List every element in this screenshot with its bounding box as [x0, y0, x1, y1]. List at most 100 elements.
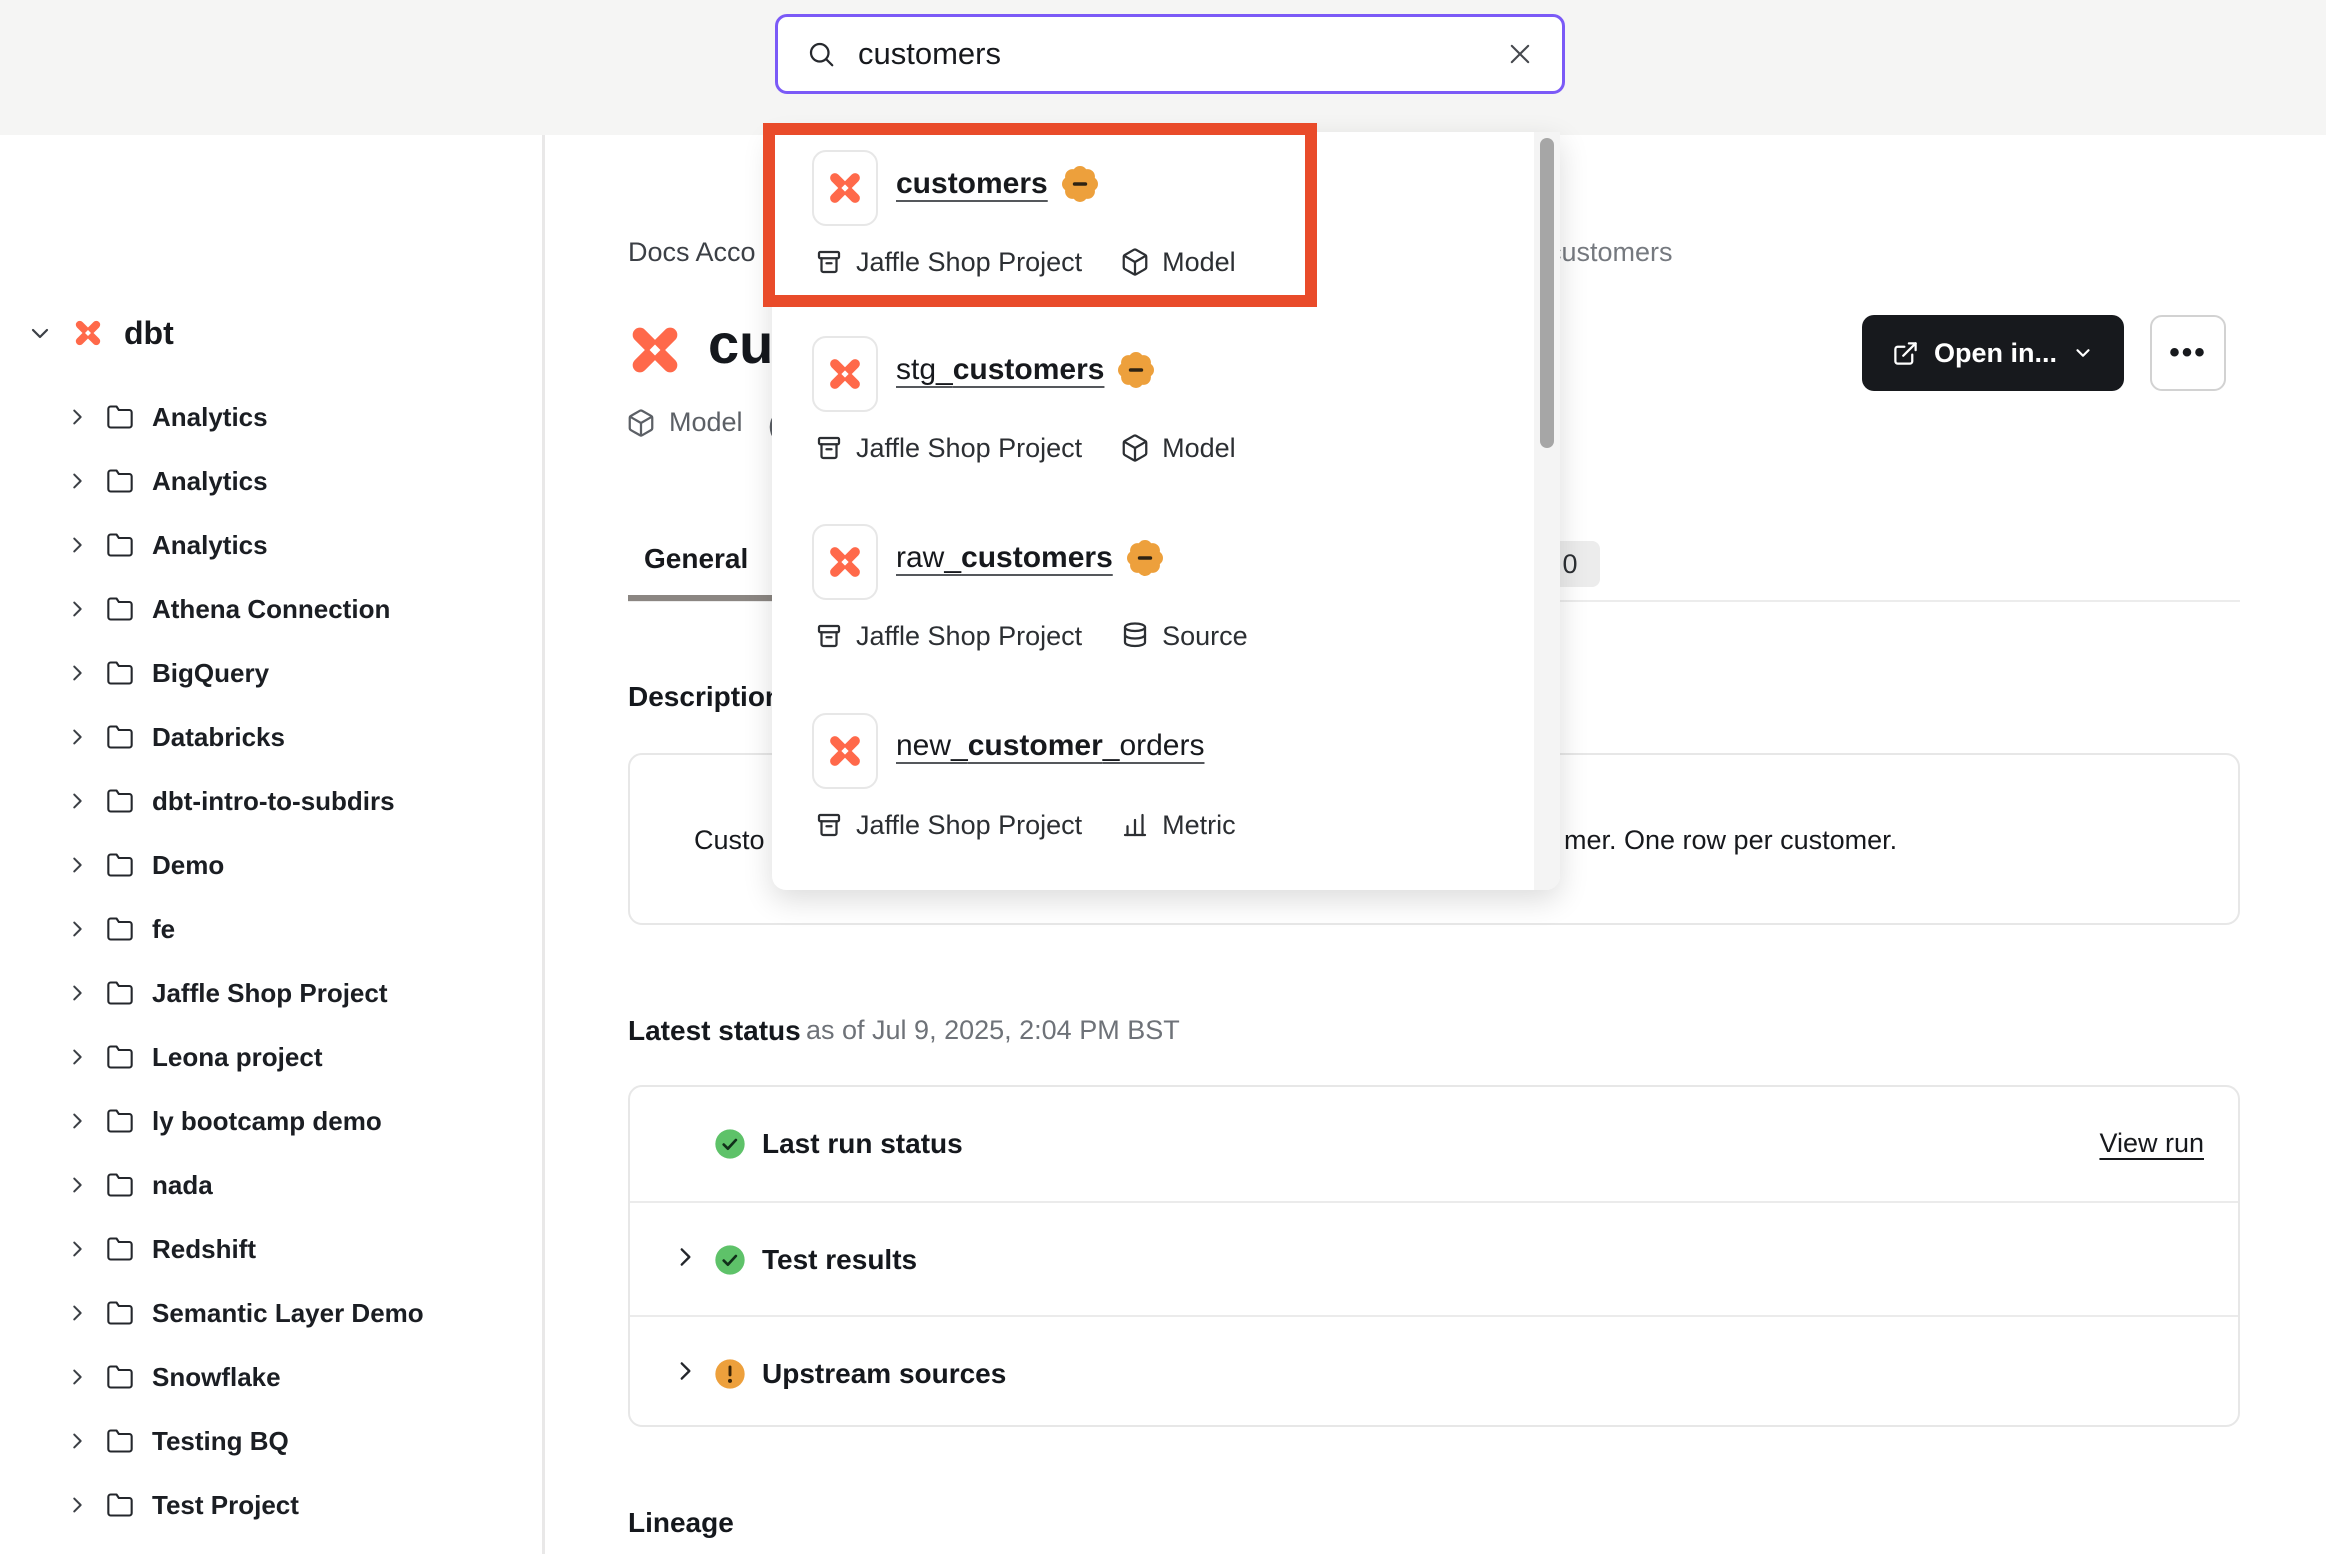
chevron-right-icon[interactable] [66, 1110, 88, 1132]
search-icon [806, 39, 836, 69]
project-archive-icon [814, 810, 844, 840]
sidebar-project-item[interactable]: Athena Connection [0, 577, 542, 641]
open-in-button[interactable]: Open in... [1862, 315, 2124, 391]
result-title-link[interactable]: stg_customers [896, 352, 1154, 388]
model-cube-icon [626, 408, 656, 438]
sidebar-project-item[interactable]: Redshift [0, 1217, 542, 1281]
resource-type-row: Model [626, 407, 743, 438]
search-result-item[interactable]: stg_customers [772, 318, 1534, 502]
sidebar-project-item[interactable]: Jaffle Shop Project [0, 961, 542, 1025]
metric-chart-icon [1120, 810, 1150, 840]
last-run-status-row: Last run status View run [630, 1087, 2238, 1201]
upstream-sources-row[interactable]: Upstream sources [630, 1315, 2238, 1429]
global-search-box[interactable] [775, 14, 1565, 94]
result-project-label: Jaffle Shop Project [856, 621, 1082, 652]
project-tree-sidebar: dbt Analytics [0, 135, 545, 1554]
chevron-right-icon[interactable] [66, 534, 88, 556]
chevron-right-icon[interactable] [66, 406, 88, 428]
sidebar-project-item[interactable]: Testing BQ [0, 1409, 542, 1473]
chevron-right-icon[interactable] [66, 598, 88, 620]
result-type-label: Source [1162, 621, 1248, 652]
chevron-right-icon[interactable] [66, 470, 88, 492]
more-actions-button[interactable]: ••• [2150, 315, 2226, 391]
folder-icon [106, 979, 134, 1007]
dropdown-scrollbar-thumb[interactable] [1540, 138, 1554, 448]
sidebar-project-item[interactable]: nada [0, 1153, 542, 1217]
sidebar-project-item[interactable]: Snowflake [0, 1345, 542, 1409]
result-title-link[interactable]: new_customer_orders [896, 729, 1204, 763]
sidebar-project-item[interactable]: dbt-intro-to-subdirs [0, 769, 542, 833]
chevron-right-icon[interactable] [66, 1174, 88, 1196]
result-name[interactable]: stg_customers [896, 353, 1104, 387]
success-check-icon [714, 1244, 746, 1276]
ellipsis-icon: ••• [2169, 336, 2207, 370]
resource-type-label: Model [669, 407, 743, 438]
sidebar-project-label: Snowflake [152, 1362, 281, 1393]
sidebar-project-item[interactable]: Test Project [0, 1473, 542, 1537]
description-text-fragment: Custo [694, 825, 765, 856]
result-project-label: Jaffle Shop Project [856, 433, 1082, 464]
result-name[interactable]: new_customer_orders [896, 729, 1204, 763]
project-archive-icon [814, 247, 844, 277]
tab-general[interactable]: General [644, 543, 748, 575]
upstream-sources-label: Upstream sources [762, 1358, 1006, 1390]
clear-search-icon[interactable] [1506, 40, 1534, 68]
chevron-right-icon[interactable] [66, 854, 88, 876]
breadcrumb[interactable]: Docs Acco [628, 237, 756, 268]
folder-icon [106, 915, 134, 943]
sidebar-project-item[interactable]: UI refresh project [0, 1537, 542, 1554]
folder-icon [106, 1299, 134, 1327]
result-type-label: Model [1162, 247, 1236, 278]
view-run-link[interactable]: View run [2099, 1128, 2204, 1159]
tree-root-label: dbt [124, 315, 174, 352]
chevron-down-icon[interactable] [28, 321, 52, 345]
sidebar-project-item[interactable]: Databricks [0, 705, 542, 769]
folder-icon [106, 787, 134, 815]
chevron-right-icon[interactable] [66, 1238, 88, 1260]
sidebar-project-item[interactable]: Demo [0, 833, 542, 897]
sidebar-project-item[interactable]: Semantic Layer Demo [0, 1281, 542, 1345]
search-input[interactable] [858, 36, 1484, 72]
sidebar-project-item[interactable]: ly bootcamp demo [0, 1089, 542, 1153]
chevron-right-icon[interactable] [672, 1358, 698, 1384]
last-run-status-label: Last run status [762, 1128, 963, 1160]
search-result-item[interactable]: new_customer_orders Jaffle Shop Project [772, 695, 1534, 888]
result-name[interactable]: customers [896, 167, 1048, 201]
chevron-right-icon[interactable] [66, 790, 88, 812]
model-cube-icon [1120, 247, 1150, 277]
chevron-right-icon[interactable] [66, 918, 88, 940]
sidebar-project-label: Demo [152, 850, 224, 881]
result-name[interactable]: raw_customers [896, 541, 1113, 575]
test-results-row[interactable]: Test results [630, 1201, 2238, 1315]
search-result-item[interactable]: customers [772, 132, 1534, 316]
folder-icon [106, 1107, 134, 1135]
sidebar-project-item[interactable]: Leona project [0, 1025, 542, 1089]
health-seal-badge-icon [1118, 352, 1154, 388]
result-title-link[interactable]: customers [896, 166, 1098, 202]
result-meta: Jaffle Shop Project Model [814, 240, 1236, 284]
sidebar-project-item[interactable]: BigQuery [0, 641, 542, 705]
sidebar-project-label: Redshift [152, 1234, 256, 1265]
chevron-right-icon[interactable] [66, 982, 88, 1004]
chevron-right-icon[interactable] [66, 662, 88, 684]
result-icon-box [812, 713, 878, 789]
chevron-right-icon[interactable] [66, 1494, 88, 1516]
result-meta: Jaffle Shop Project Model [814, 426, 1236, 470]
chevron-right-icon[interactable] [672, 1244, 698, 1270]
chevron-right-icon[interactable] [66, 1366, 88, 1388]
sidebar-project-item[interactable]: fe [0, 897, 542, 961]
sidebar-project-item[interactable]: Analytics [0, 385, 542, 449]
chevron-right-icon[interactable] [66, 1430, 88, 1452]
chevron-right-icon[interactable] [66, 726, 88, 748]
search-result-item[interactable]: raw_customers [772, 506, 1534, 691]
health-seal-badge-icon [1062, 166, 1098, 202]
tree-root-dbt[interactable]: dbt [28, 303, 174, 363]
open-in-label: Open in... [1934, 338, 2057, 369]
sidebar-project-label: ly bootcamp demo [152, 1106, 382, 1137]
result-title-link[interactable]: raw_customers [896, 540, 1163, 576]
sidebar-project-item[interactable]: Analytics [0, 513, 542, 577]
chevron-right-icon[interactable] [66, 1302, 88, 1324]
chevron-right-icon[interactable] [66, 1046, 88, 1068]
dropdown-scrollbar-track[interactable] [1534, 132, 1560, 890]
sidebar-project-item[interactable]: Analytics [0, 449, 542, 513]
